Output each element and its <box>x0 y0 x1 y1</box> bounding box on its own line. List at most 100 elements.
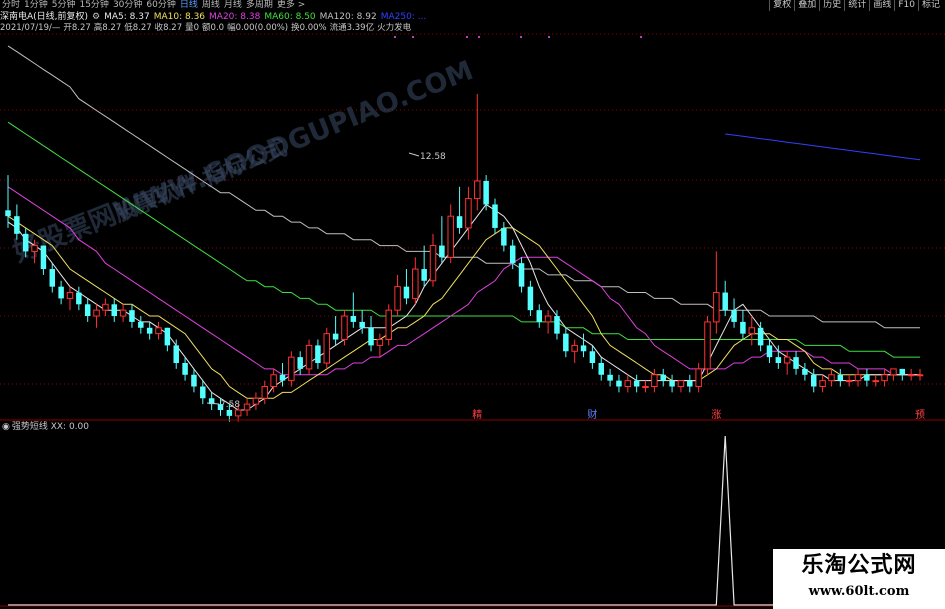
candle-body-8 <box>76 292 82 305</box>
candle-46 <box>412 257 419 305</box>
watermark: 好股票网WWW.GOODGUPIAO.COM 股票软件 指标公式 <box>8 55 478 269</box>
candle-42 <box>376 333 384 358</box>
candle-body-19 <box>173 345 179 364</box>
candle-body-53 <box>474 180 481 200</box>
candle-94 <box>837 368 844 387</box>
top-dot-3 <box>478 36 480 38</box>
candle-body-4 <box>40 245 47 270</box>
candle-body-27 <box>243 403 251 411</box>
candle-body-99 <box>881 374 888 382</box>
candle-body-69 <box>616 380 622 387</box>
candle-89 <box>793 351 799 375</box>
candle-body-51 <box>456 216 463 228</box>
candle-45 <box>403 269 410 305</box>
candle-body-39 <box>350 316 357 322</box>
candle-12 <box>111 298 117 322</box>
candle-40 <box>359 310 365 334</box>
candle-body-89 <box>793 357 799 369</box>
candle-body-38 <box>341 315 348 341</box>
candle-body-76 <box>677 380 685 388</box>
candle-body-74 <box>660 374 666 381</box>
candle-body-44 <box>394 286 401 311</box>
candle-body-70 <box>624 380 632 388</box>
candle-71 <box>633 374 640 393</box>
candle-61 <box>544 310 552 334</box>
ma250-line <box>725 133 921 161</box>
candle-body-68 <box>607 374 613 381</box>
candle-body-54 <box>483 180 489 205</box>
candle-body-98 <box>872 380 879 383</box>
candle-body-6 <box>58 286 64 299</box>
candle-23 <box>208 392 215 410</box>
candle-86 <box>766 339 773 364</box>
candle-29 <box>261 380 269 405</box>
brand-name: 乐淘公式网 <box>801 553 917 578</box>
candle-78 <box>695 363 702 393</box>
candle-74 <box>660 368 666 387</box>
candle-body-79 <box>704 321 711 370</box>
candle-16 <box>146 321 153 340</box>
candle-body-77 <box>687 380 693 387</box>
candle-body-21 <box>191 374 197 387</box>
candle-body-12 <box>111 304 117 317</box>
candle-27 <box>243 398 251 416</box>
top-dot-5 <box>548 36 550 38</box>
candle-body-78 <box>695 368 702 388</box>
candle-88 <box>783 351 791 375</box>
candle-body-73 <box>651 374 658 388</box>
candle-body-72 <box>642 386 649 389</box>
candle-body-26 <box>234 409 242 417</box>
signal-marker-0: 精 <box>472 408 482 421</box>
candle-body-96 <box>854 374 862 382</box>
candle-body-95 <box>845 380 853 383</box>
candle-34 <box>305 339 313 375</box>
candle-8 <box>76 286 82 311</box>
chart-canvas: 好股票网WWW.GOODGUPIAO.COM 股票软件 指标公式 12.58 7… <box>0 33 945 607</box>
top-dot-2 <box>466 36 468 38</box>
signal-marker-1: 财 <box>587 408 597 421</box>
candle-70 <box>624 374 632 393</box>
candle-body-42 <box>376 339 384 346</box>
candle-60 <box>536 304 543 328</box>
candle-body-55 <box>492 204 498 228</box>
candle-51 <box>456 186 463 234</box>
candle-83 <box>740 310 746 340</box>
candle-19 <box>173 339 179 369</box>
candle-41 <box>368 316 374 352</box>
candle-body-90 <box>802 368 808 375</box>
candle-body-29 <box>261 386 269 399</box>
candle-body-36 <box>323 333 331 364</box>
candle-56 <box>501 222 507 252</box>
candle-33 <box>297 351 303 375</box>
candle-72 <box>642 380 649 393</box>
candle-body-88 <box>783 356 791 364</box>
candle-body-86 <box>766 345 773 358</box>
candle-43 <box>385 304 392 346</box>
candle-21 <box>191 368 197 393</box>
candle-body-0 <box>5 210 11 217</box>
high-price-pointer <box>408 152 420 157</box>
candle-32 <box>288 351 295 387</box>
candle-13 <box>119 304 127 322</box>
candle-79 <box>704 316 711 375</box>
candle-body-9 <box>84 304 91 317</box>
candle-body-57 <box>509 245 516 264</box>
candle-100 <box>890 368 897 381</box>
signal-markers: 精财涨预 <box>472 408 925 421</box>
candle-body-28 <box>252 397 260 405</box>
candle-body-75 <box>669 380 675 387</box>
candle-body-3 <box>31 245 38 252</box>
candle-body-85 <box>757 327 764 346</box>
high-price-label: 12.58 <box>420 152 446 162</box>
candle-body-14 <box>129 310 135 322</box>
candle-7 <box>66 286 74 311</box>
top-dot-0 <box>394 36 396 38</box>
signal-marker-2: 涨 <box>711 409 721 421</box>
candle-36 <box>323 327 331 369</box>
candle-69 <box>616 374 622 393</box>
candle-63 <box>563 327 569 358</box>
candle-body-66 <box>589 351 596 364</box>
candle-body-67 <box>598 363 604 375</box>
candle-98 <box>872 374 879 387</box>
candle-5 <box>49 263 56 293</box>
